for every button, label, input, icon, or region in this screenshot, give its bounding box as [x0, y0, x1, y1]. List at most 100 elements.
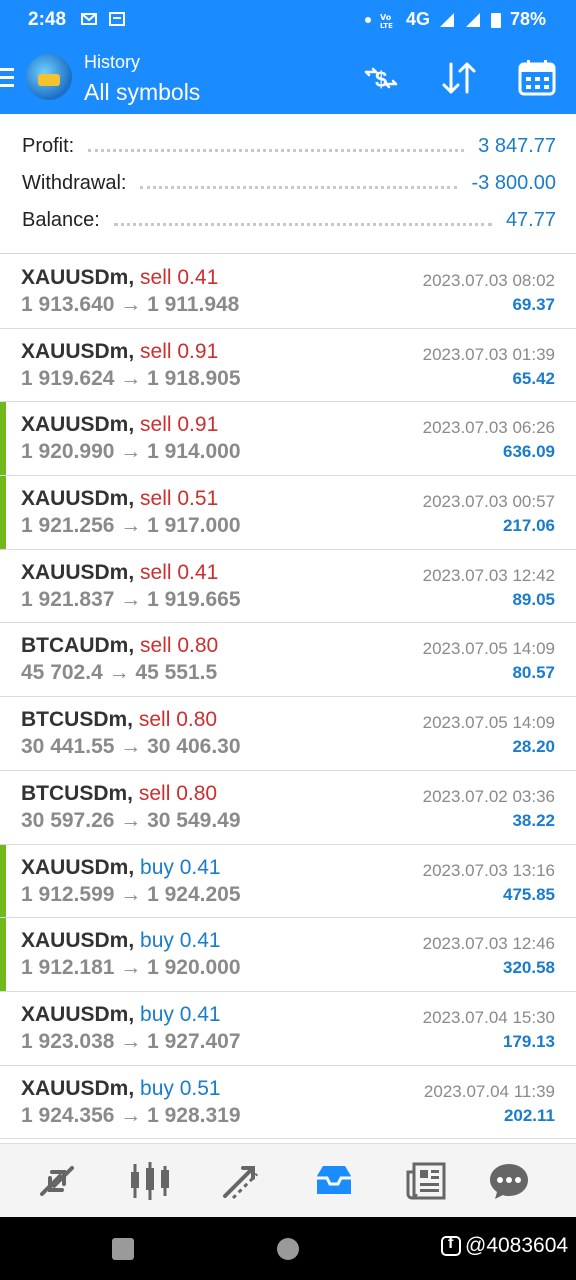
trade-side: sell 0.80	[138, 781, 218, 805]
trade-prices: 1 913.640 → 1 911.948	[21, 293, 240, 316]
trade-marker	[0, 402, 6, 476]
trade-row[interactable]: XAUUSDm, buy 0.41 1 912.599 → 1 924.205 20…	[0, 844, 576, 919]
trade-profit: 636.09	[503, 442, 555, 462]
trade-row[interactable]: BTCUSDm, sell 0.80 30 441.55 → 30 406.30 2…	[0, 697, 576, 771]
quotes-icon[interactable]	[34, 1158, 80, 1204]
chat-icon[interactable]	[486, 1158, 532, 1204]
trade-date: 2023.07.03 13:16	[422, 860, 555, 880]
watermark-text: @4083604	[465, 1234, 569, 1257]
trade-symbol: XAUUSDm,	[21, 339, 135, 363]
balance-value: 47.77	[505, 208, 556, 231]
symbol-filter[interactable]: All symbols	[84, 79, 200, 106]
trade-row[interactable]: XAUUSDm, sell 0.41 1 921.837 → 1 919.665 2…	[0, 550, 576, 624]
home-button[interactable]	[277, 1238, 299, 1260]
trade-date: 2023.07.03 08:02	[422, 271, 555, 290]
page-subtitle: History	[84, 52, 141, 72]
trade-row[interactable]: XAUUSDm, buy 0.41 1 923.038 → 1 927.407 20…	[0, 992, 576, 1066]
profit-row: Profit: 3 847.77	[22, 131, 556, 161]
trade-symbol-line: BTCAUDm, sell 0.80	[21, 634, 218, 658]
news-icon[interactable]	[404, 1158, 450, 1204]
trade-side: sell 0.41	[140, 266, 219, 289]
menu-icon[interactable]	[0, 68, 14, 88]
trade-marker	[0, 918, 6, 991]
trade-symbol-line: XAUUSDm, sell 0.91	[21, 340, 218, 364]
battery-icon	[490, 12, 501, 28]
system-navigation-bar: @4083604	[0, 1217, 576, 1280]
trade-row[interactable]: XAUUSDm, buy 0.51 1 924.356 → 1 928.319 20…	[0, 1066, 576, 1140]
trade-date: 2023.07.03 12:42	[422, 565, 555, 585]
trade-profit: 89.05	[512, 589, 555, 609]
svg-text:$: $	[375, 67, 387, 92]
profit-value: 3 847.77	[478, 134, 556, 157]
trade-symbol: XAUUSDm,	[21, 413, 135, 437]
history-summary: Profit: 3 847.77 Withdrawal: -3 800.00 B…	[0, 114, 576, 254]
trade-symbol-line: XAUUSDm, buy 0.41	[21, 1003, 221, 1027]
trade-row[interactable]: XAUUSDm, sell 0.91 1 920.990 → 1 914.000 2…	[0, 402, 576, 477]
trade-symbol-line: XAUUSDm, sell 0.51	[21, 487, 218, 511]
gmail-icon	[81, 13, 97, 25]
trade-profit: 28.20	[512, 737, 555, 757]
news-notification-icon	[109, 12, 125, 26]
trade-row[interactable]: XAUUSDm, sell 0.51 1 921.256 → 1 917.000 2…	[0, 476, 576, 550]
trade-side: sell 0.91	[140, 339, 219, 363]
bottom-navigation	[0, 1143, 576, 1217]
trade-row[interactable]: XAUUSDm, buy 0.41 1 912.181 → 1 920.000 20…	[0, 918, 576, 992]
sort-icon[interactable]	[438, 58, 480, 98]
trade-side: buy 0.51	[140, 1076, 221, 1100]
svg-text:LTE: LTE	[380, 22, 393, 29]
trade-symbol: XAUUSDm,	[21, 855, 135, 879]
trade-symbol: BTCAUDm,	[21, 634, 135, 658]
dotted-leader	[113, 220, 492, 226]
app-logo	[26, 54, 72, 100]
signal-icon	[439, 12, 454, 27]
trade-symbol: XAUUSDm,	[21, 1002, 135, 1026]
trade-row[interactable]: BTCUSDm, sell 0.80 30 597.26 → 30 549.49 2…	[0, 771, 576, 845]
trade-side: sell 0.91	[140, 413, 219, 437]
withdrawal-row: Withdrawal: -3 800.00	[22, 168, 556, 198]
status-bar: 2:48 Vo LTE 4G 78%	[0, 0, 576, 42]
trade-prices: 1 921.256 → 1 917.000	[21, 514, 241, 538]
dotted-leader	[140, 183, 458, 189]
trade-row[interactable]: XAUUSDm, sell 0.91 1 919.624 → 1 918.905 2…	[0, 329, 576, 403]
trade-row[interactable]: XAUUSDm, sell 0.41 1 913.640 → 1 911.948 2…	[0, 255, 576, 329]
profit-label: Profit:	[22, 134, 75, 157]
trade-symbol-line: BTCUSDm, sell 0.80	[21, 708, 217, 732]
trade-side: sell 0.41	[140, 560, 219, 584]
trade-symbol-line: XAUUSDm, sell 0.41	[21, 266, 218, 290]
calendar-icon[interactable]	[516, 58, 558, 98]
svg-text:Vo: Vo	[380, 13, 392, 22]
history-icon[interactable]	[311, 1158, 357, 1204]
trade-prices: 1 924.356 → 1 928.319	[21, 1103, 241, 1127]
trade-date: 2023.07.05 14:09	[422, 639, 555, 659]
trade-profit: 475.85	[503, 884, 555, 904]
trade-profit: 320.58	[503, 958, 555, 978]
balance-row: Balance: 47.77	[22, 205, 556, 235]
trade-side: buy 0.41	[140, 929, 221, 953]
currency-exchange-icon[interactable]: $	[360, 58, 402, 98]
trade-date: 2023.07.03 12:46	[422, 934, 555, 954]
trade-date: 2023.07.03 00:57	[422, 492, 555, 512]
recents-button[interactable]	[112, 1238, 134, 1260]
trade-symbol: BTCUSDm,	[21, 781, 134, 805]
trade-profit: 69.37	[512, 295, 555, 314]
withdrawal-label: Withdrawal:	[22, 171, 127, 194]
trade-date: 2023.07.03 01:39	[422, 344, 555, 364]
trade-prices: 30 441.55 → 30 406.30	[21, 735, 241, 759]
trade-side: sell 0.51	[140, 487, 219, 511]
trade-side: sell 0.80	[140, 634, 219, 658]
dot-icon	[364, 16, 371, 23]
trade-prices: 1 920.990 → 1 914.000	[21, 440, 241, 464]
trade-row[interactable]: BTCAUDm, sell 0.80 45 702.4 → 45 551.5 202…	[0, 623, 576, 698]
trade-profit: 217.06	[503, 516, 555, 536]
chart-icon[interactable]	[127, 1158, 173, 1204]
trade-marker	[0, 476, 6, 549]
facebook-icon	[441, 1235, 461, 1256]
trade-symbol: XAUUSDm,	[21, 266, 135, 289]
trade-icon[interactable]	[219, 1158, 265, 1204]
trade-profit: 65.42	[512, 368, 555, 388]
status-time: 2:48	[28, 9, 67, 30]
trade-side: buy 0.41	[140, 855, 221, 879]
trade-symbol: BTCUSDm,	[21, 708, 134, 732]
trade-prices: 1 912.181 → 1 920.000	[21, 956, 241, 980]
trade-profit: 179.13	[503, 1031, 555, 1051]
